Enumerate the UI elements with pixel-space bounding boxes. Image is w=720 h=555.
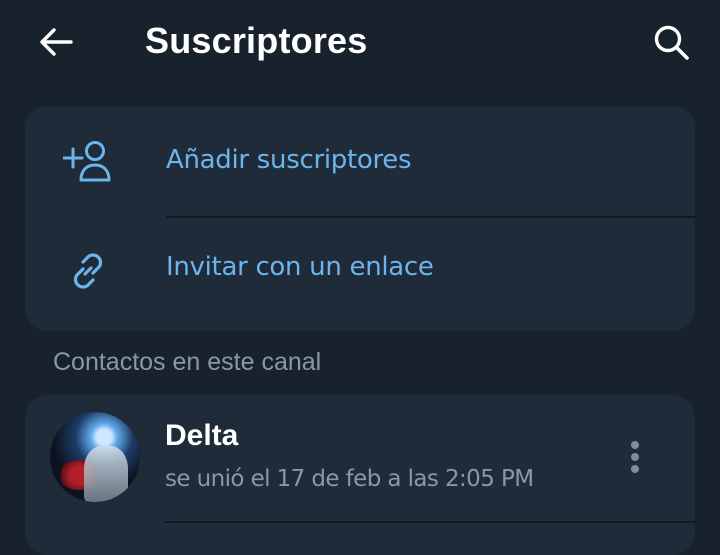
arrow-left-icon [40,28,73,56]
link-icon [63,246,113,296]
top-bar: Suscriptores [0,0,720,86]
member-name: Delta [165,419,239,452]
back-button[interactable] [36,22,76,62]
add-subscribers-label: Añadir suscriptores [166,145,412,175]
invite-link-button[interactable]: Invitar con un enlace [25,218,695,329]
more-vertical-icon[interactable] [621,437,649,477]
search-button[interactable] [651,22,693,64]
avatar [50,412,140,502]
actions-card: Añadir suscriptores Invitar con un enlac… [25,106,695,331]
add-user-icon [63,137,113,187]
page-title: Suscriptores [145,20,368,61]
member-row[interactable]: Delta se unió el 17 de feb a las 2:05 PM [25,395,695,523]
menu-dot [631,453,639,461]
members-card: Delta se unió el 17 de feb a las 2:05 PM [25,395,695,555]
member-joined-status: se unió el 17 de feb a las 2:05 PM [165,466,534,492]
divider [165,521,695,523]
menu-dot [631,441,639,449]
invite-link-label: Invitar con un enlace [166,252,434,282]
section-title: Contactos en este canal [53,348,322,376]
search-icon [654,25,689,60]
add-subscribers-button[interactable]: Añadir suscriptores [25,106,695,218]
menu-dot [631,465,639,473]
avatar-figure [84,446,128,502]
